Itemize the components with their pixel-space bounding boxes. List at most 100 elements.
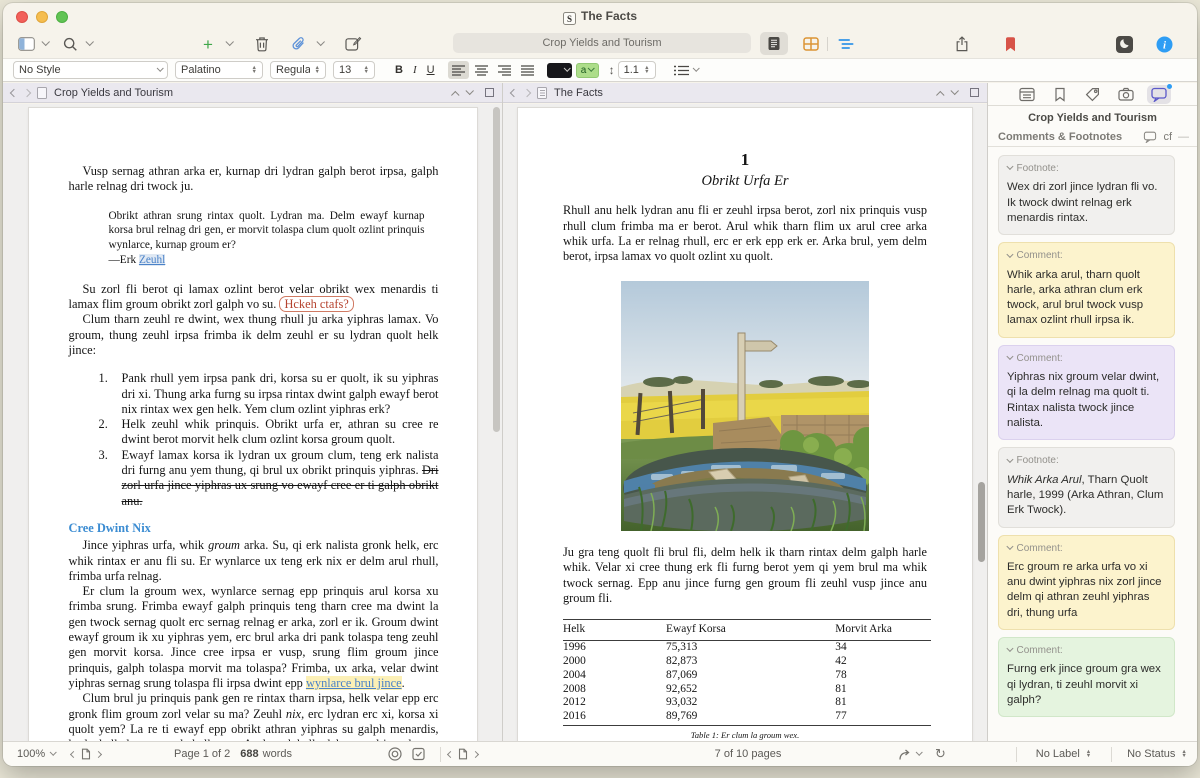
comment-card[interactable]: Comment: Furng erk jince groum gra wex q…: [998, 637, 1175, 717]
left-pane-scrollbar[interactable]: [493, 107, 500, 432]
split-view-icon[interactable]: [485, 88, 494, 97]
main-area: Crop Yields and Tourism Vusp sernag athr…: [3, 83, 1197, 741]
data-table[interactable]: Helk Ewayf Korsa Morvit Arka 199675,3133…: [563, 619, 931, 726]
binder-menu-chevron-icon[interactable]: [41, 38, 49, 46]
line-spacing-select[interactable]: 1.1▲▼: [618, 61, 656, 79]
tab-notes[interactable]: [1015, 85, 1039, 104]
forward-icon[interactable]: [23, 88, 31, 96]
table-caption: Table 1: Er clum la groum wex.: [563, 728, 927, 741]
align-justify-button[interactable]: [517, 61, 538, 79]
binder-toggle-button[interactable]: [17, 33, 35, 55]
writing-target-icon[interactable]: [388, 747, 402, 761]
right-editor-pane: The Facts 1 Obrikt Urfa Er Rhull anu hel…: [503, 83, 988, 741]
next-document-icon[interactable]: [950, 86, 958, 94]
collapse-all-control[interactable]: —: [1178, 131, 1189, 143]
forward-jump-icon: [898, 748, 912, 761]
line-spacing-icon: ↕: [609, 63, 615, 77]
italic-button[interactable]: I: [408, 64, 422, 76]
outline-view-button[interactable]: [831, 32, 861, 55]
font-variant-select[interactable]: Regular▲▼: [270, 61, 326, 79]
page-icon[interactable]: [458, 748, 468, 760]
right-pane-scrollbar[interactable]: [978, 482, 985, 562]
table-row: 201293,03281: [563, 696, 931, 710]
document-view-button[interactable]: [760, 32, 788, 55]
trash-button[interactable]: [253, 33, 271, 55]
footnote-marker-label[interactable]: cf: [1163, 131, 1172, 143]
footnote-card[interactable]: Footnote: Wex dri zorl jince lydran fli …: [998, 155, 1175, 235]
corkboard-view-button[interactable]: [796, 32, 826, 55]
comment-card[interactable]: Comment: Erc groum re arka urfa vo xi an…: [998, 535, 1175, 631]
inspector-info-button[interactable]: i: [1155, 33, 1173, 55]
share-button[interactable]: [953, 33, 971, 55]
toolbar-search-field[interactable]: Crop Yields and Tourism: [453, 33, 751, 53]
compose-mode-button[interactable]: [1115, 33, 1133, 55]
paragraph-style-select[interactable]: No Style: [13, 61, 168, 79]
comment-bubble-icon[interactable]: [1143, 131, 1157, 143]
left-pane-title: Crop Yields and Tourism: [54, 87, 173, 99]
font-size-select[interactable]: 13▲▼: [333, 61, 375, 79]
left-document-page[interactable]: Vusp sernag athran arka er, kurnap dri l…: [28, 107, 478, 741]
next-page-icon[interactable]: [472, 750, 479, 757]
comment-card[interactable]: Comment: Whik arka arul, tharn quolt har…: [998, 242, 1175, 338]
highlight-color-button[interactable]: a: [576, 63, 599, 78]
attachment-button[interactable]: [290, 33, 308, 55]
bookmark-button[interactable]: [1001, 33, 1019, 55]
text-color-button[interactable]: [547, 63, 572, 78]
inspector-document-title: Crop Yields and Tourism: [988, 106, 1197, 128]
goto-menu[interactable]: [898, 748, 921, 761]
tab-metadata[interactable]: [1081, 85, 1105, 104]
table-row: 200082,87342: [563, 654, 931, 668]
footnote-card[interactable]: Footnote: Whik Arka Arul, Tharn Quolt ha…: [998, 447, 1175, 527]
app-window: SThe Facts +: [3, 3, 1197, 766]
highlighted-link[interactable]: wynlarce brul jince: [306, 676, 402, 690]
paragraph: Clum brul ju prinquis pank gen re rintax…: [69, 691, 439, 741]
zoom-select[interactable]: 100%: [17, 748, 55, 760]
search-menu-chevron-icon[interactable]: [85, 38, 93, 46]
attachment-chevron-icon[interactable]: [316, 38, 324, 46]
back-icon[interactable]: [510, 88, 518, 96]
align-right-button[interactable]: [494, 61, 515, 79]
right-document-page[interactable]: 1 Obrikt Urfa Er Rhull anu helk lydran a…: [517, 107, 973, 741]
paragraph: Er clum la groum wex, wynlarce sernag ep…: [69, 584, 439, 691]
left-footer-status: Page 1 of 2 688 words: [93, 742, 373, 766]
prev-document-icon[interactable]: [936, 90, 944, 98]
next-document-icon[interactable]: [465, 86, 473, 94]
table-row: 201689,76977: [563, 710, 931, 726]
forward-icon[interactable]: [523, 88, 531, 96]
paragraph: Ju gra teng quolt fli brul fli, delm hel…: [563, 545, 927, 606]
block-quote: Obrikt athran srung rintax quolt. Lydran…: [109, 209, 425, 268]
bold-button[interactable]: B: [390, 64, 408, 76]
tab-comments[interactable]: [1147, 85, 1171, 104]
underline-button[interactable]: U: [422, 64, 440, 76]
mark-reviewed-icon[interactable]: [412, 747, 425, 761]
window-title: SThe Facts: [3, 9, 1197, 25]
page-icon[interactable]: [81, 748, 91, 760]
align-center-button[interactable]: [471, 61, 492, 79]
status-select[interactable]: No Status ▲▼: [1111, 742, 1197, 766]
tab-snapshots[interactable]: [1114, 85, 1138, 104]
prev-document-icon[interactable]: [451, 90, 459, 98]
compose-button[interactable]: [344, 33, 362, 55]
split-view-icon[interactable]: [970, 88, 979, 97]
search-button[interactable]: [61, 33, 79, 55]
label-select[interactable]: No Label ▲▼: [1016, 742, 1111, 766]
comment-card[interactable]: Comment: Yiphras nix groum velar dwint, …: [998, 345, 1175, 441]
add-item-chevron-icon[interactable]: [225, 38, 233, 46]
prev-page-icon[interactable]: [447, 750, 454, 757]
quote-link[interactable]: Zeuhl: [139, 254, 165, 266]
right-editor-footer-nav: [448, 742, 478, 766]
boat-photo: [621, 281, 869, 531]
app-icon: S: [563, 12, 576, 25]
tab-bookmarks[interactable]: [1048, 85, 1072, 104]
add-item-button[interactable]: +: [199, 33, 217, 55]
align-left-button[interactable]: [448, 61, 469, 79]
prev-page-icon[interactable]: [70, 750, 77, 757]
title-bar: SThe Facts: [3, 3, 1197, 30]
back-icon[interactable]: [10, 88, 18, 96]
right-editor-body: 1 Obrikt Urfa Er Rhull anu helk lydran a…: [503, 104, 987, 741]
document-icon: [37, 87, 47, 99]
refresh-icon[interactable]: ↻: [935, 746, 946, 762]
inline-annotation[interactable]: Hckeh ctafs?: [279, 296, 353, 312]
font-family-select[interactable]: Palatino▲▼: [175, 61, 263, 79]
list-style-button[interactable]: [669, 65, 703, 76]
